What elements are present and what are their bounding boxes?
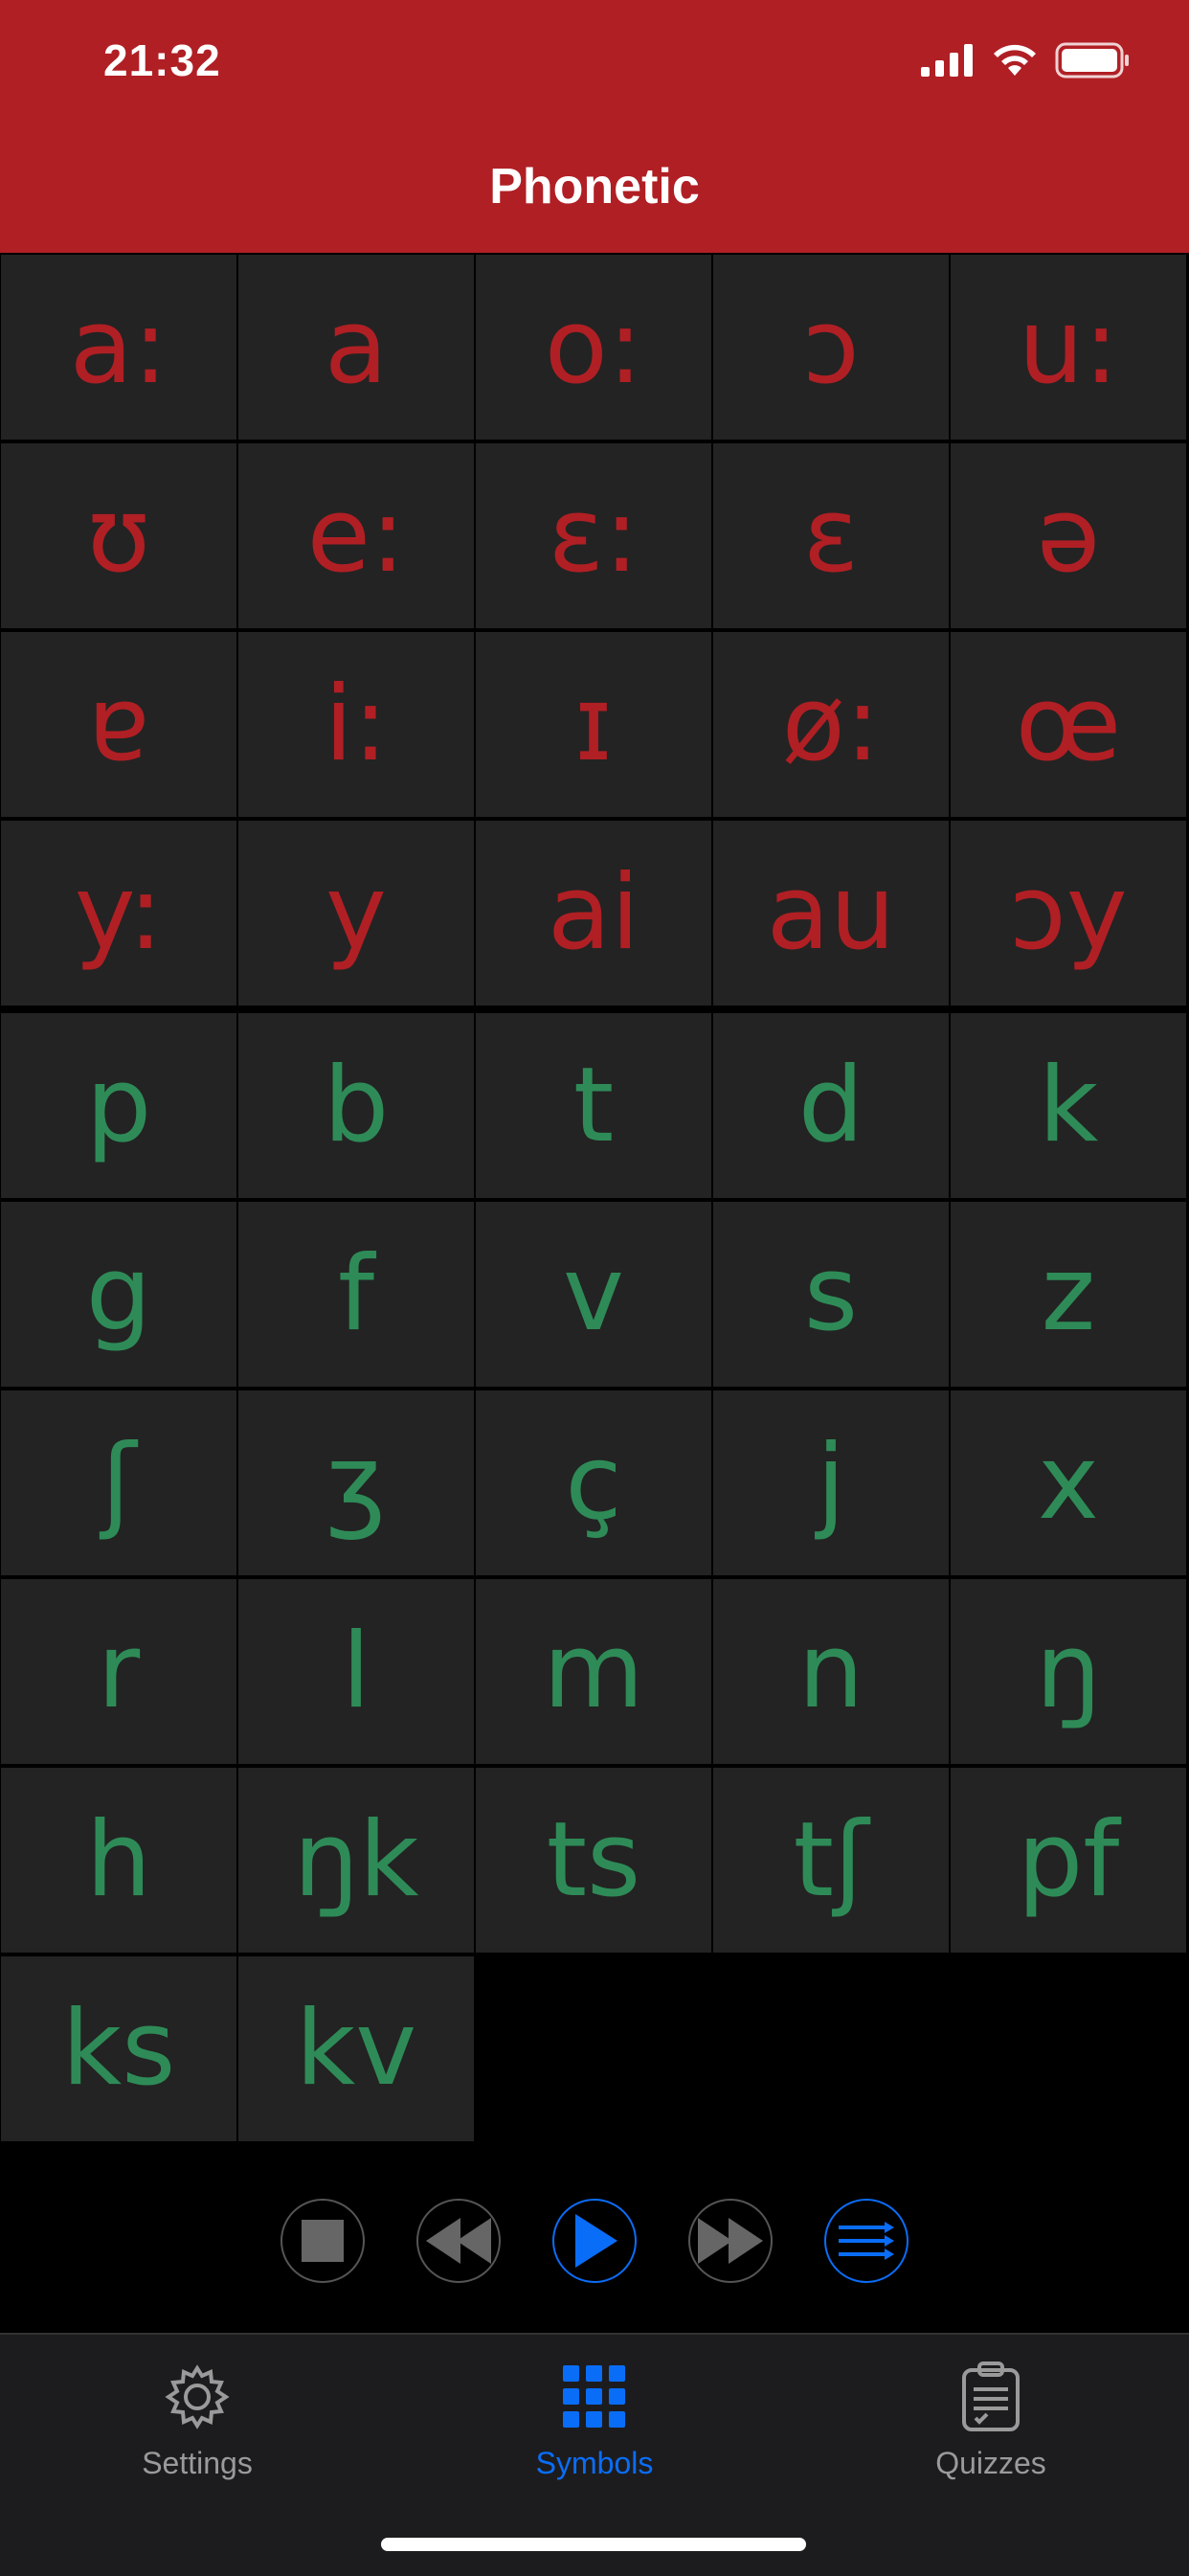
symbol-cell[interactable]: t bbox=[476, 1013, 711, 1198]
vowel-row: y: y ai au ɔy bbox=[0, 819, 1189, 1007]
symbol-cell[interactable]: œ bbox=[951, 632, 1186, 817]
symbol-cell[interactable]: e: bbox=[238, 443, 474, 628]
grid-icon bbox=[563, 2365, 625, 2428]
symbol-cell[interactable]: s bbox=[713, 1202, 949, 1387]
symbol-cell[interactable]: ŋk bbox=[238, 1768, 474, 1953]
symbol-cell[interactable]: y bbox=[238, 821, 474, 1006]
symbol-cell[interactable]: u: bbox=[951, 255, 1186, 440]
symbol-cell[interactable]: k bbox=[951, 1013, 1186, 1198]
symbol-cell[interactable]: z bbox=[951, 1202, 1186, 1387]
consonant-row: r l m n ŋ bbox=[0, 1577, 1189, 1766]
symbol-cell[interactable]: b bbox=[238, 1013, 474, 1198]
symbol-cell[interactable]: v bbox=[476, 1202, 711, 1387]
symbol-cell[interactable]: j bbox=[713, 1390, 949, 1575]
symbol-cell[interactable]: ɔ bbox=[713, 255, 949, 440]
symbol-cell[interactable]: a bbox=[238, 255, 474, 440]
symbol-cell[interactable]: o: bbox=[476, 255, 711, 440]
symbol-cell[interactable]: ø: bbox=[713, 632, 949, 817]
consonant-row: g f v s z bbox=[0, 1200, 1189, 1389]
tab-label: Settings bbox=[142, 2446, 253, 2480]
symbol-cell[interactable]: p bbox=[1, 1013, 236, 1198]
status-icons bbox=[921, 42, 1132, 79]
page-title: Phonetic bbox=[489, 159, 700, 215]
clipboard-icon bbox=[962, 2361, 1020, 2431]
symbol-cell[interactable]: m bbox=[476, 1579, 711, 1764]
symbol-cell[interactable]: ɪ bbox=[476, 632, 711, 817]
consonant-row: ʃ ʒ ç j x bbox=[0, 1389, 1189, 1577]
stop-button[interactable] bbox=[280, 2199, 365, 2283]
empty-cell bbox=[476, 1956, 711, 2141]
home-indicator[interactable] bbox=[381, 2538, 806, 2551]
symbol-cell[interactable]: ʒ bbox=[238, 1390, 474, 1575]
symbol-cell[interactable]: n bbox=[713, 1579, 949, 1764]
play-button[interactable] bbox=[552, 2199, 637, 2283]
symbol-cell[interactable]: a: bbox=[1, 255, 236, 440]
tab-quizzes[interactable]: Quizzes bbox=[847, 2358, 1134, 2481]
tab-label: Quizzes bbox=[935, 2446, 1046, 2480]
symbol-cell[interactable]: ŋ bbox=[951, 1579, 1186, 1764]
symbol-cell[interactable]: ɛ: bbox=[476, 443, 711, 628]
symbol-cell[interactable]: ʃ bbox=[1, 1390, 236, 1575]
symbol-cell[interactable]: ɐ bbox=[1, 632, 236, 817]
symbol-cell[interactable]: ɔy bbox=[951, 821, 1186, 1006]
symbol-cell[interactable]: ç bbox=[476, 1390, 711, 1575]
symbol-cell[interactable]: y: bbox=[1, 821, 236, 1006]
symbol-cell[interactable]: ɛ bbox=[713, 443, 949, 628]
battery-icon bbox=[1055, 42, 1129, 79]
symbol-cell[interactable]: l bbox=[238, 1579, 474, 1764]
vowel-row: a: a o: ɔ u: bbox=[0, 253, 1189, 441]
fast-forward-icon bbox=[698, 2218, 763, 2264]
symbol-cell[interactable]: tʃ bbox=[713, 1768, 949, 1953]
consonant-row: h ŋk ts tʃ pf bbox=[0, 1766, 1189, 1955]
tab-settings[interactable]: Settings bbox=[54, 2358, 341, 2481]
symbol-cell[interactable]: g bbox=[1, 1202, 236, 1387]
empty-cell bbox=[713, 1956, 949, 2141]
playlist-button[interactable] bbox=[824, 2199, 909, 2283]
playback-controls bbox=[0, 2199, 1189, 2285]
symbol-cell[interactable]: r bbox=[1, 1579, 236, 1764]
symbol-cell[interactable]: ə bbox=[951, 443, 1186, 628]
consonant-row: ks kv bbox=[0, 1955, 1189, 2143]
navigation-header: 21:32 Phonetic bbox=[0, 0, 1189, 253]
empty-cell bbox=[951, 1956, 1186, 2141]
symbol-cell[interactable]: h bbox=[1, 1768, 236, 1953]
fast-forward-button[interactable] bbox=[688, 2199, 773, 2283]
play-icon bbox=[575, 2214, 617, 2268]
symbol-cell[interactable]: ks bbox=[1, 1956, 236, 2141]
tab-symbols[interactable]: Symbols bbox=[451, 2358, 738, 2481]
stop-icon bbox=[302, 2220, 344, 2262]
status-time: 21:32 bbox=[103, 35, 221, 85]
symbol-cell[interactable]: d bbox=[713, 1013, 949, 1198]
gear-icon bbox=[165, 2364, 230, 2429]
wifi-icon bbox=[994, 44, 1036, 76]
consonant-row: p b t d k bbox=[0, 1011, 1189, 1200]
symbol-cell[interactable]: pf bbox=[951, 1768, 1186, 1953]
tab-label: Symbols bbox=[535, 2446, 654, 2480]
cellular-signal-icon bbox=[921, 44, 973, 77]
symbol-cell[interactable]: f bbox=[238, 1202, 474, 1387]
rewind-icon bbox=[426, 2218, 491, 2264]
symbol-cell[interactable]: x bbox=[951, 1390, 1186, 1575]
rewind-button[interactable] bbox=[416, 2199, 501, 2283]
symbol-grid: a: a o: ɔ u: ʊ e: ɛ: ɛ ə ɐ i: ɪ ø: œ y: … bbox=[0, 253, 1189, 2143]
vowel-row: ɐ i: ɪ ø: œ bbox=[0, 630, 1189, 819]
symbol-cell[interactable]: ʊ bbox=[1, 443, 236, 628]
symbol-cell[interactable]: ai bbox=[476, 821, 711, 1006]
symbol-cell[interactable]: au bbox=[713, 821, 949, 1006]
symbol-cell[interactable]: kv bbox=[238, 1956, 474, 2141]
symbol-cell[interactable]: i: bbox=[238, 632, 474, 817]
vowel-row: ʊ e: ɛ: ɛ ə bbox=[0, 441, 1189, 630]
list-icon bbox=[839, 2222, 894, 2260]
symbol-cell[interactable]: ts bbox=[476, 1768, 711, 1953]
